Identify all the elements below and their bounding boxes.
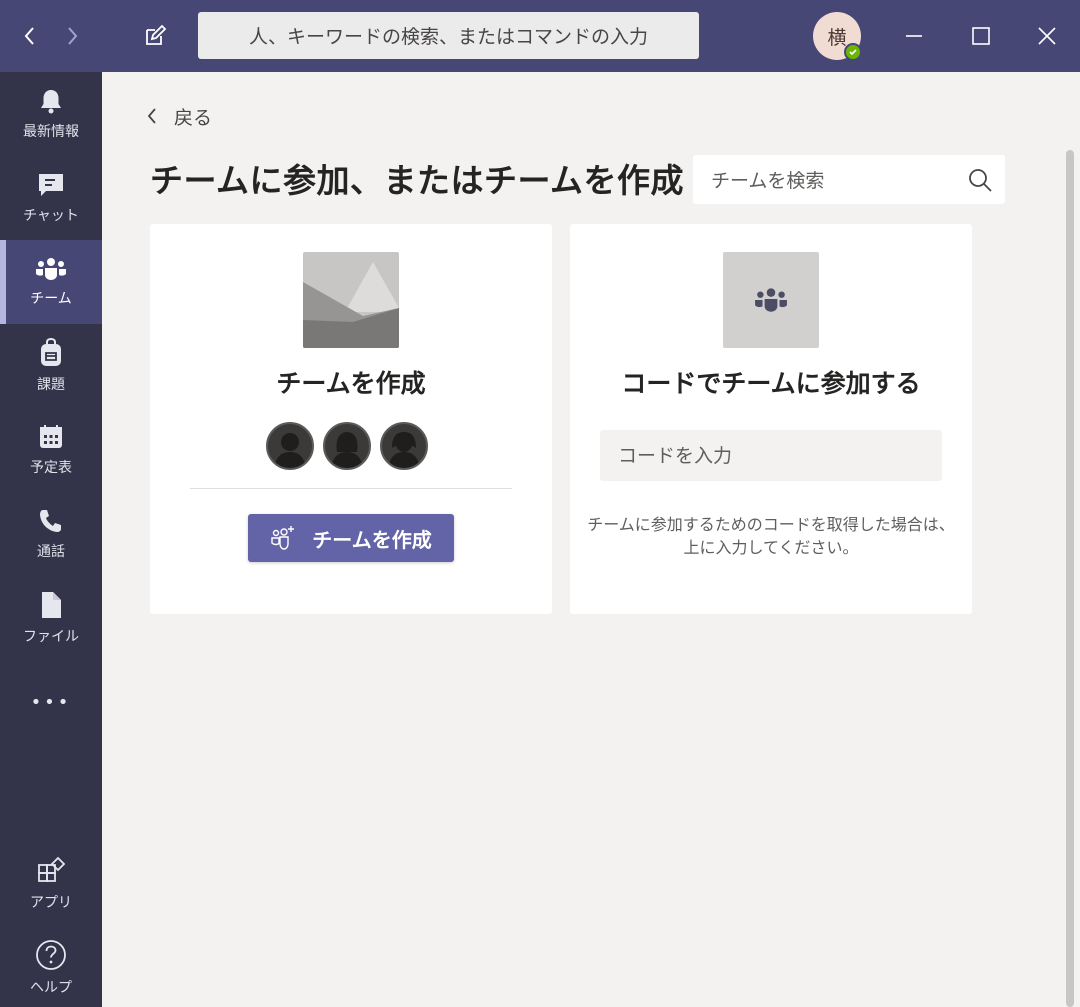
team-search-placeholder: チームを検索 [711, 170, 825, 192]
help-line: 上に入力してください。 [683, 538, 859, 557]
join-team-title: コードでチームに参加する [621, 369, 921, 398]
add-team-icon [271, 526, 295, 550]
calendar-icon [40, 425, 62, 448]
scrollbar[interactable] [1066, 150, 1074, 1007]
rail-item-apps[interactable]: アプリ [0, 842, 102, 926]
rail-item-teams[interactable]: チーム [0, 240, 102, 324]
rail-item-chat[interactable]: チャット [0, 156, 102, 240]
help-icon [36, 940, 66, 970]
create-team-title: チームを作成 [276, 369, 426, 398]
rail-label: 通話 [37, 544, 65, 560]
rail-label: 課題 [37, 377, 65, 393]
chevron-right-icon [68, 27, 78, 45]
team-image-placeholder [303, 252, 399, 348]
phone-icon [40, 510, 61, 532]
rail-item-calendar[interactable]: 予定表 [0, 408, 102, 492]
teams-icon [755, 288, 787, 312]
rail-label: ヘルプ [30, 980, 72, 996]
rail-label: ファイル [23, 629, 79, 645]
rail-item-assignments[interactable]: 課題 [0, 324, 102, 408]
rail-label: チーム [30, 291, 72, 307]
back-link[interactable]: 戻る [146, 100, 212, 132]
chat-icon [39, 174, 63, 196]
create-team-button[interactable]: チームを作成 [248, 514, 454, 562]
title-bar: 人、キーワードの検索、またはコマンドの入力 横 [0, 0, 1080, 72]
rail-item-help[interactable]: ヘルプ [0, 926, 102, 1007]
join-team-image [723, 252, 819, 348]
page-title: チームに参加、またはチームを作成 [150, 161, 685, 200]
rail-item-activity[interactable]: 最新情報 [0, 72, 102, 156]
bell-icon [41, 90, 61, 114]
chevron-left-icon [24, 27, 34, 45]
search-icon[interactable] [967, 167, 993, 193]
rail-label: 予定表 [30, 460, 72, 476]
person-placeholder-icon [323, 422, 371, 470]
command-search-placeholder: 人、キーワードの検索、またはコマンドの入力 [248, 26, 648, 48]
avatar-initial: 横 [827, 26, 847, 49]
team-search-input[interactable]: チームを検索 [693, 155, 1005, 204]
team-code-input[interactable] [600, 430, 942, 481]
minimize-button[interactable] [898, 20, 930, 52]
compose-icon [146, 24, 167, 45]
file-icon [42, 592, 61, 618]
card-divider [190, 488, 512, 489]
maximize-icon [972, 27, 990, 45]
rail-label: アプリ [30, 895, 72, 911]
rail-item-files[interactable]: ファイル [0, 576, 102, 660]
join-team-card: コードでチームに参加する チームに参加するためのコードを取得した場合は、 上に入… [570, 224, 972, 614]
rail-label: チャット [23, 208, 79, 224]
teams-icon [36, 258, 66, 280]
new-chat-button[interactable] [141, 22, 169, 50]
command-search-bar[interactable]: 人、キーワードの検索、またはコマンドの入力 [198, 12, 699, 59]
backpack-icon [41, 338, 61, 366]
back-label: 戻る [174, 106, 213, 129]
apps-icon [38, 856, 66, 882]
close-button[interactable] [1031, 20, 1063, 52]
join-code-help-text: チームに参加するためのコードを取得した場合は、 上に入力してください。 [570, 513, 972, 559]
help-line: チームに参加するためのコードを取得した場合は、 [587, 515, 955, 534]
create-team-button-label: チームを作成 [312, 527, 432, 552]
presence-available-icon [844, 43, 862, 61]
forward-nav-button[interactable] [58, 22, 86, 50]
more-icon: ••• [30, 691, 72, 713]
chevron-left-icon [147, 108, 156, 124]
app-rail: 最新情報 チャット チーム 課題 予定表 通話 ファイル ••• アプリ ヘルプ [0, 72, 102, 1007]
rail-item-calls[interactable]: 通話 [0, 492, 102, 576]
member-avatars [266, 422, 436, 470]
person-placeholder-icon [266, 422, 314, 470]
minimize-icon [906, 35, 922, 37]
rail-more-button[interactable]: ••• [0, 660, 102, 744]
rail-label: 最新情報 [23, 124, 79, 140]
maximize-button[interactable] [965, 20, 997, 52]
person-placeholder-icon [380, 422, 428, 470]
create-team-card: チームを作成 チームを作成 [150, 224, 552, 614]
close-icon [1038, 27, 1056, 45]
back-nav-button[interactable] [16, 22, 44, 50]
